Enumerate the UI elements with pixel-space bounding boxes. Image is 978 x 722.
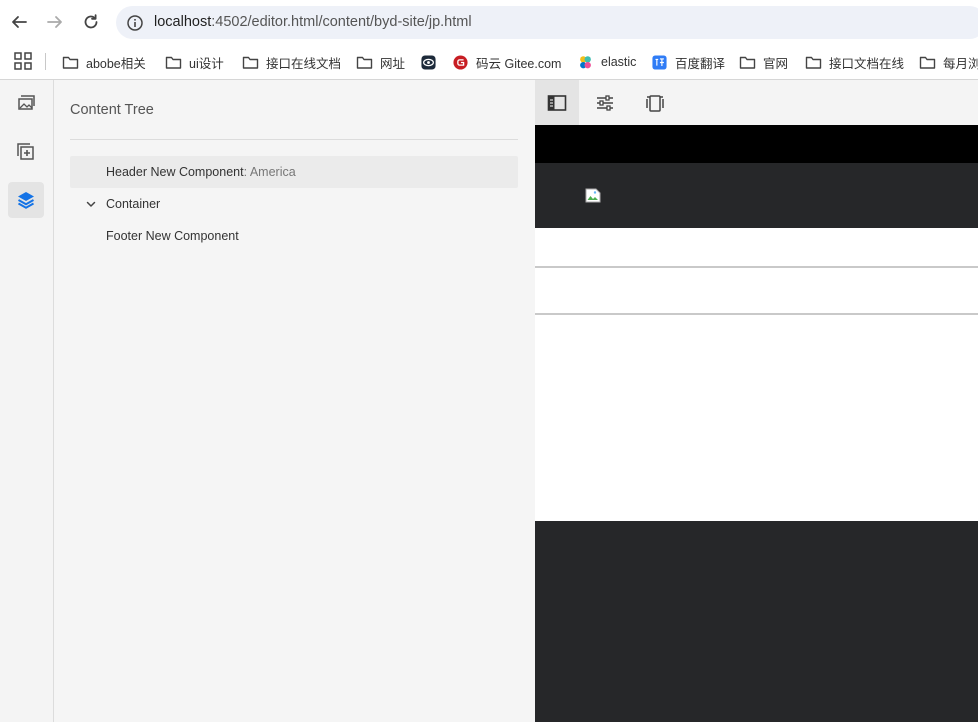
editor-toolbar — [535, 80, 978, 125]
content-tree-rail-button[interactable] — [8, 182, 44, 218]
folder-icon — [919, 54, 936, 71]
tree-item-header[interactable]: Header New Component: America — [70, 156, 518, 188]
tree-item-name: Header New Component — [106, 165, 244, 179]
bookmark-label: 官网 — [763, 56, 789, 71]
url-path: :4502/editor.html/content/byd-site/jp.ht… — [211, 14, 472, 30]
tree-item-label: Header New Component: America — [106, 165, 296, 179]
forward-button[interactable] — [43, 10, 67, 34]
side-panel-icon — [547, 94, 567, 111]
back-button[interactable] — [7, 10, 31, 34]
site-info-icon[interactable] — [126, 14, 144, 32]
bookmark-ui-design[interactable]: ui设计 — [165, 51, 224, 73]
bookmark-elastic[interactable]: elastic — [577, 51, 636, 73]
bookmark-official-site[interactable]: 官网 — [739, 51, 788, 73]
elastic-icon — [577, 54, 594, 71]
url-text: localhost:4502/editor.html/content/byd-s… — [154, 14, 472, 30]
side-rail — [0, 80, 54, 722]
bookmark-baidu-translate[interactable]: 百度翻译 — [651, 51, 725, 73]
broken-image-icon — [585, 188, 601, 203]
folder-icon — [165, 54, 182, 71]
bookmark-label: 接口在线文档 — [266, 56, 342, 71]
baidu-translate-icon — [651, 54, 668, 71]
apps-grid-icon[interactable] — [14, 52, 32, 70]
chevron-down-icon[interactable] — [84, 197, 98, 211]
bookmark-label: 每月浏 — [943, 56, 978, 71]
bookmark-urls[interactable]: 网址 — [356, 51, 405, 73]
device-emulator-icon — [646, 94, 664, 112]
container-divider — [535, 266, 978, 268]
tree-item-footer[interactable]: Footer New Component — [70, 220, 518, 252]
layers-icon — [18, 192, 34, 209]
emulator-button[interactable] — [633, 80, 677, 125]
content-tree-panel: Content Tree Header New Component: Ameri… — [54, 80, 535, 722]
bookmark-label: 接口文档在线 — [829, 56, 905, 71]
url-host: localhost — [154, 14, 212, 30]
folder-icon — [356, 54, 373, 71]
eye-logo-icon — [420, 54, 437, 71]
page-canvas — [535, 125, 978, 722]
tree-item-label: Container — [106, 197, 161, 211]
bookmark-label: abobe相关 — [86, 56, 146, 71]
address-bar[interactable]: localhost:4502/editor.html/content/byd-s… — [116, 6, 978, 39]
bookmark-api-docs-online[interactable]: 接口文档在线 — [805, 51, 904, 73]
assets-rail-button[interactable] — [8, 86, 44, 122]
bookmark-label: 百度翻译 — [675, 56, 726, 71]
toggle-side-panel-button[interactable] — [535, 80, 579, 125]
bookmark-abobe[interactable]: abobe相关 — [62, 51, 146, 73]
bookmark-api-docs[interactable]: 接口在线文档 — [242, 51, 341, 73]
page-properties-button[interactable] — [583, 80, 627, 125]
site-topbar[interactable] — [535, 125, 978, 163]
folder-icon — [242, 54, 259, 71]
folder-icon — [739, 54, 756, 71]
tree-item-container[interactable]: Container — [70, 188, 518, 220]
bookmark-label: ui设计 — [189, 56, 224, 71]
reload-icon — [84, 14, 98, 29]
bookmark-eye-site[interactable] — [420, 51, 444, 73]
folder-icon — [805, 54, 822, 71]
reload-button[interactable] — [79, 10, 103, 34]
site-header-component[interactable] — [535, 163, 978, 228]
bookmark-gitee[interactable]: 码云 Gitee.com — [452, 51, 561, 73]
tree-item-label: Footer New Component — [106, 229, 239, 243]
bookmark-label: 码云 Gitee.com — [476, 56, 562, 71]
add-component-icon — [17, 143, 34, 160]
forward-arrow-icon — [47, 16, 62, 28]
components-rail-button[interactable] — [8, 134, 44, 170]
gitee-icon — [452, 54, 469, 71]
bookmarks-separator — [45, 53, 46, 70]
bookmarks-bar: abobe相关 ui设计 接口在线文档 网址 码云 Gitee.com elas… — [0, 45, 978, 78]
back-arrow-icon — [12, 16, 27, 28]
site-footer-component[interactable] — [535, 521, 978, 722]
folder-icon — [62, 54, 79, 71]
container-divider — [535, 313, 978, 315]
bookmark-monthly[interactable]: 每月浏 — [919, 51, 978, 73]
sliders-icon — [597, 94, 613, 111]
bookmark-label: 网址 — [380, 56, 406, 71]
panel-title: Content Tree — [70, 102, 154, 118]
tree-item-subtitle: : America — [243, 165, 296, 179]
panel-divider — [70, 139, 518, 140]
assets-icon — [18, 95, 35, 110]
bookmark-label: elastic — [601, 55, 637, 69]
browser-toolbar: localhost:4502/editor.html/content/byd-s… — [0, 0, 978, 45]
